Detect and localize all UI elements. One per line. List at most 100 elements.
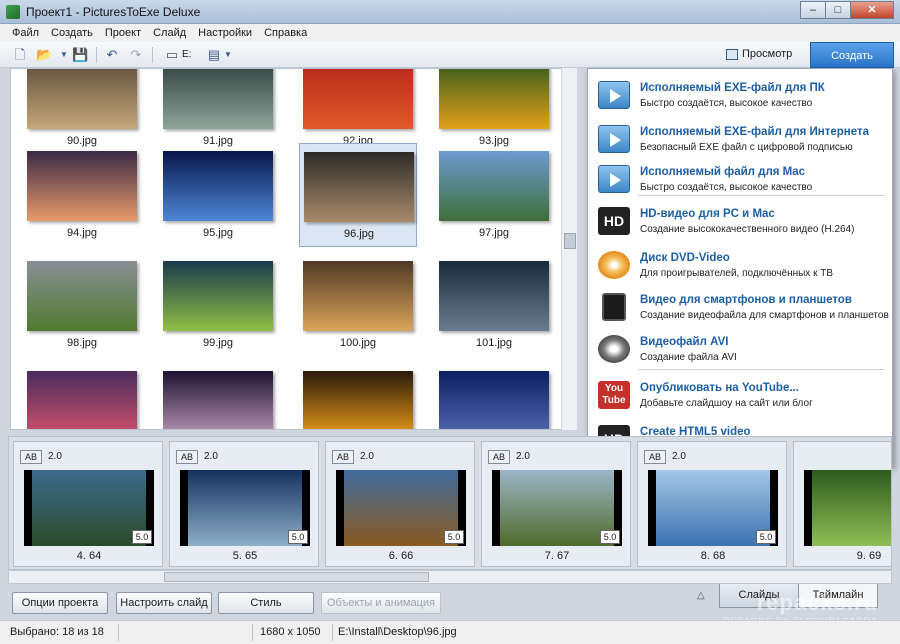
dropdown-item-subtitle: Быстро создаётся, высокое качество — [640, 98, 813, 109]
dropdown-item[interactable]: Исполняемый EXE-файл для ПК Быстро создаё… — [588, 75, 892, 115]
thumbnail-item[interactable]: 101.jpg — [435, 253, 553, 357]
dropdown-item-title: HD-видео для PC и Mac — [640, 208, 775, 220]
thumbnail-item[interactable] — [435, 363, 553, 429]
chevron-down-icon[interactable]: ▼ — [220, 47, 236, 63]
slide-item[interactable]: AB 2.0 5.0 6. 66 — [325, 441, 475, 567]
slide-item[interactable]: AB 2.0 5.0 5. 65 — [169, 441, 319, 567]
close-button[interactable]: ✕ — [850, 1, 894, 19]
status-divider — [118, 624, 119, 641]
menu-create[interactable]: Создать — [45, 24, 99, 42]
thumbnail-item[interactable]: 90.jpg — [23, 69, 141, 155]
scroll-handle[interactable] — [164, 572, 429, 582]
thumbnail-image — [303, 371, 413, 429]
menu-help[interactable]: Справка — [258, 24, 313, 42]
new-file-icon[interactable]: 🗋 — [12, 47, 28, 63]
slide-item[interactable]: AB 2.0 5.0 4. 64 — [13, 441, 163, 567]
status-divider — [252, 624, 253, 641]
film-reel-icon — [598, 335, 630, 363]
slide-image-content — [188, 470, 302, 546]
dropdown-item[interactable]: You Tube Опубликовать на YouTube... Добавь… — [588, 375, 892, 415]
menu-bar: Файл Создать Проект Слайд Настройки Спра… — [0, 24, 900, 42]
thumbnail-image — [303, 69, 413, 129]
drive-label[interactable]: E: — [182, 49, 191, 60]
dropdown-item[interactable]: Диск DVD-Video Для проигрывателей, подклю… — [588, 245, 892, 285]
smartphone-icon — [602, 293, 626, 321]
slide-label: 7. 67 — [544, 550, 570, 562]
dropdown-item[interactable]: Исполняемый файл для Mac Быстро создаётся… — [588, 159, 892, 199]
thumbnail-image — [163, 69, 273, 129]
menu-slide[interactable]: Слайд — [147, 24, 192, 42]
slide-item[interactable]: AB 2.0 5.0 7. 67 — [481, 441, 631, 567]
undo-icon[interactable]: ↶ — [104, 47, 120, 63]
preview-label: Просмотр — [742, 48, 793, 60]
thumbnail-image — [27, 151, 137, 221]
dropdown-item[interactable]: Видео для смартфонов и планшетов Создание… — [588, 287, 892, 327]
horizontal-scrollbar[interactable] — [8, 570, 892, 584]
dvd-icon — [598, 251, 630, 279]
slide-image-content — [500, 470, 614, 546]
dropdown-item-title: Исполняемый EXE-файл для ПК — [640, 82, 825, 94]
thumbnail-image — [27, 371, 137, 429]
chevron-down-icon[interactable]: ▼ — [56, 47, 72, 63]
slide-strip: AB 2.0 5.0 4. 64 AB 2.0 5.0 5. 65 AB 2.0 5.0 6. 66 A… — [8, 436, 892, 570]
maximize-button[interactable]: □ — [825, 1, 851, 19]
thumbnail-item[interactable]: 98.jpg — [23, 253, 141, 357]
slide-image-content — [656, 470, 770, 546]
scroll-handle[interactable] — [564, 233, 576, 249]
minimize-button[interactable]: – — [800, 1, 826, 19]
menu-file[interactable]: Файл — [6, 24, 45, 42]
monitor-icon — [726, 49, 738, 60]
transition-duration: 2.0 — [516, 451, 530, 462]
objects-animation-button[interactable]: Объекты и анимация — [321, 592, 441, 614]
slide-item[interactable]: 9. 69 — [793, 441, 891, 567]
vertical-scrollbar[interactable] — [561, 68, 577, 430]
exe-icon — [598, 125, 630, 153]
menu-project[interactable]: Проект — [99, 24, 147, 42]
thumbnail-item[interactable]: 92.jpg — [299, 69, 417, 155]
redo-icon[interactable]: ↷ — [128, 47, 144, 63]
transition-effect-badge[interactable]: AB — [488, 450, 510, 464]
slide-label: 4. 64 — [76, 550, 102, 562]
thumbnail-item[interactable]: 96.jpg — [299, 143, 417, 247]
dropdown-item[interactable]: Видеофайл AVI Создание файла AVI — [588, 329, 892, 369]
thumbnail-item[interactable]: 94.jpg — [23, 143, 141, 247]
transition-effect-badge[interactable]: AB — [332, 450, 354, 464]
slide-label: 8. 68 — [700, 550, 726, 562]
thumbnail-item[interactable]: 100.jpg — [299, 253, 417, 357]
thumbnail-item[interactable] — [299, 363, 417, 429]
thumbnail-item[interactable]: 91.jpg — [159, 69, 277, 155]
thumbnail-item[interactable]: 97.jpg — [435, 143, 553, 247]
transition-effect-badge[interactable]: AB — [644, 450, 666, 464]
save-icon[interactable]: 💾 — [72, 47, 88, 63]
thumbnail-item[interactable]: 95.jpg — [159, 143, 277, 247]
collapse-arrow-icon[interactable]: △ — [697, 590, 705, 601]
thumbnail-filename: 98.jpg — [67, 337, 97, 349]
drive-icon[interactable]: ▭ — [164, 47, 180, 63]
hd-icon: HD — [598, 207, 630, 235]
thumbnail-image — [439, 371, 549, 429]
preview-button[interactable]: Просмотр — [714, 45, 804, 65]
dropdown-item-subtitle: Создание файла AVI — [640, 352, 737, 363]
thumbnail-item[interactable] — [23, 363, 141, 429]
thumbnail-item[interactable]: 99.jpg — [159, 253, 277, 357]
transition-duration: 2.0 — [672, 451, 686, 462]
thumbnail-image — [439, 261, 549, 331]
create-button[interactable]: Создать — [810, 42, 894, 68]
project-options-button[interactable]: Опции проекта — [12, 592, 108, 614]
menu-settings[interactable]: Настройки — [192, 24, 258, 42]
dropdown-item[interactable]: Исполняемый EXE-файл для Интернета Безопа… — [588, 119, 892, 159]
dropdown-item[interactable]: HD HD-видео для PC и Mac Создание высокока… — [588, 201, 892, 241]
thumbnail-image — [27, 261, 137, 331]
style-button[interactable]: Стиль — [218, 592, 314, 614]
dropdown-item-title: Диск DVD-Video — [640, 252, 730, 264]
customize-slide-button[interactable]: Настроить слайд — [116, 592, 212, 614]
thumbnail-item[interactable]: 93.jpg — [435, 69, 553, 155]
status-divider — [332, 624, 333, 641]
slide-item[interactable]: AB 2.0 5.0 8. 68 — [637, 441, 787, 567]
open-folder-icon[interactable]: 📂 — [36, 47, 52, 63]
transition-effect-badge[interactable]: AB — [176, 450, 198, 464]
thumbnail-image — [439, 151, 549, 221]
thumbnail-filename: 94.jpg — [67, 227, 97, 239]
transition-effect-badge[interactable]: AB — [20, 450, 42, 464]
thumbnail-item[interactable] — [159, 363, 277, 429]
